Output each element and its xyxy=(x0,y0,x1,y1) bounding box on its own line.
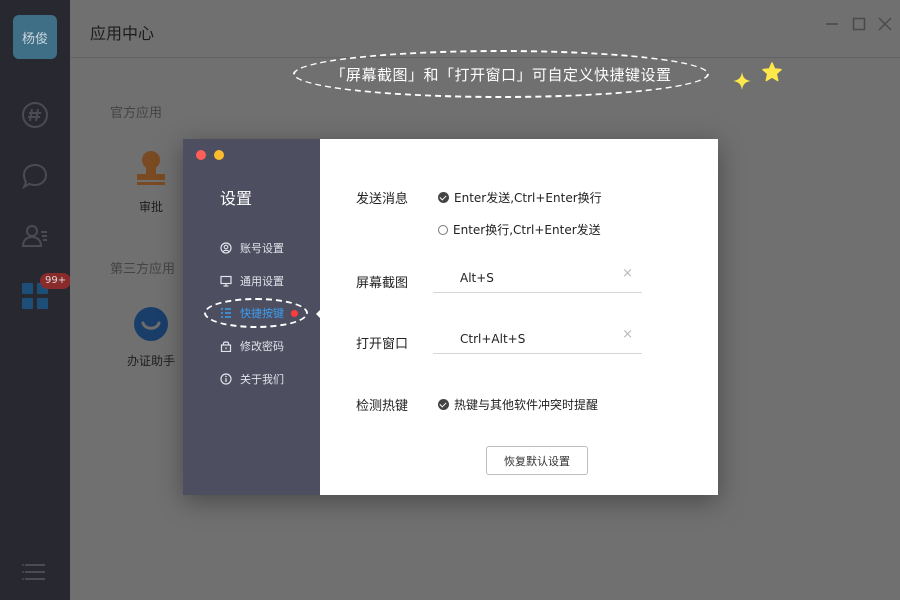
nav-label: 通用设置 xyxy=(240,275,284,288)
smile-icon xyxy=(134,307,168,341)
minimize-icon[interactable] xyxy=(822,14,842,34)
nav-general-settings[interactable]: 通用设置 xyxy=(220,270,284,292)
screenshot-hotkey-field[interactable]: Alt+S × xyxy=(433,263,642,293)
dialog-title: 设置 xyxy=(220,189,253,208)
hotkey-value: Alt+S xyxy=(460,271,494,285)
app-label: 审批 xyxy=(138,200,163,214)
menu-icon[interactable] xyxy=(19,556,51,588)
detect-hotkey-label: 检测热键 xyxy=(356,399,409,414)
reset-defaults-button[interactable]: 恢复默认设置 xyxy=(486,446,588,475)
close-window-button[interactable] xyxy=(196,150,206,160)
app-zheng-assistant[interactable]: 办证助手 xyxy=(116,306,186,369)
option-label: Enter发送,Ctrl+Enter换行 xyxy=(454,191,602,205)
sparkle-icon xyxy=(733,72,751,90)
settings-sidebar: 设置 账号设置 通用设置 快捷按键 修改密码 关于我们 xyxy=(183,139,320,495)
nav-label: 修改密码 xyxy=(240,340,284,353)
chat-icon[interactable] xyxy=(19,160,51,192)
hotkey-value: Ctrl+Alt+S xyxy=(460,332,526,346)
option-label: 热键与其他软件冲突时提醒 xyxy=(454,398,599,412)
contacts-icon[interactable] xyxy=(19,220,51,252)
app-label: 办证助手 xyxy=(126,354,175,368)
monitor-icon xyxy=(220,275,232,287)
shortcut-callout: 「屏幕截图」和「打开窗口」可自定义快捷键设置 xyxy=(293,50,709,98)
minimize-window-button[interactable] xyxy=(214,150,224,160)
nav-about-us[interactable]: 关于我们 xyxy=(220,368,284,390)
radio-icon xyxy=(438,224,448,235)
nav-account-settings[interactable]: 账号设置 xyxy=(220,237,284,259)
avatar[interactable]: 杨俊 xyxy=(13,15,57,59)
third-party-apps-heading: 第三方应用 xyxy=(110,262,176,277)
lock-icon xyxy=(220,341,232,352)
callout-text: 「屏幕截图」和「打开窗口」可自定义快捷键设置 xyxy=(330,65,672,84)
clear-icon[interactable]: × xyxy=(622,266,633,281)
settings-dialog: 设置 账号设置 通用设置 快捷按键 修改密码 关于我们 发送消息 Enter发送… xyxy=(183,139,718,495)
left-rail: 杨俊 99+ xyxy=(0,0,72,600)
close-icon[interactable] xyxy=(875,14,895,34)
stamp-icon xyxy=(137,151,165,185)
option-label: Enter换行,Ctrl+Enter发送 xyxy=(453,223,601,237)
screenshot-label: 屏幕截图 xyxy=(356,276,409,291)
detect-conflict-option[interactable]: 热键与其他软件冲突时提醒 xyxy=(438,396,598,413)
nav-label: 账号设置 xyxy=(240,242,284,255)
checked-icon xyxy=(438,192,449,203)
send-option-ctrl-enter[interactable]: Enter换行,Ctrl+Enter发送 xyxy=(438,221,601,238)
app-approval[interactable]: 审批 xyxy=(116,148,186,215)
nav-highlight-annotation xyxy=(204,298,308,328)
page-title: 应用中心 xyxy=(90,24,155,43)
nav-label: 关于我们 xyxy=(240,373,284,386)
checked-icon xyxy=(438,399,449,410)
notification-badge: 99+ xyxy=(40,273,72,289)
nav-change-password[interactable]: 修改密码 xyxy=(220,335,284,357)
settings-content: 发送消息 Enter发送,Ctrl+Enter换行 Enter换行,Ctrl+E… xyxy=(320,139,718,495)
send-message-label: 发送消息 xyxy=(356,192,409,207)
official-apps-heading: 官方应用 xyxy=(110,106,163,121)
open-window-hotkey-field[interactable]: Ctrl+Alt+S × xyxy=(433,324,642,354)
send-option-enter[interactable]: Enter发送,Ctrl+Enter换行 xyxy=(438,189,602,206)
maximize-icon[interactable] xyxy=(849,14,869,34)
info-icon xyxy=(220,373,232,385)
channel-icon[interactable] xyxy=(19,99,51,131)
star-icon xyxy=(762,62,782,82)
open-window-label: 打开窗口 xyxy=(356,337,409,352)
account-icon xyxy=(220,242,232,254)
clear-icon[interactable]: × xyxy=(622,327,633,342)
